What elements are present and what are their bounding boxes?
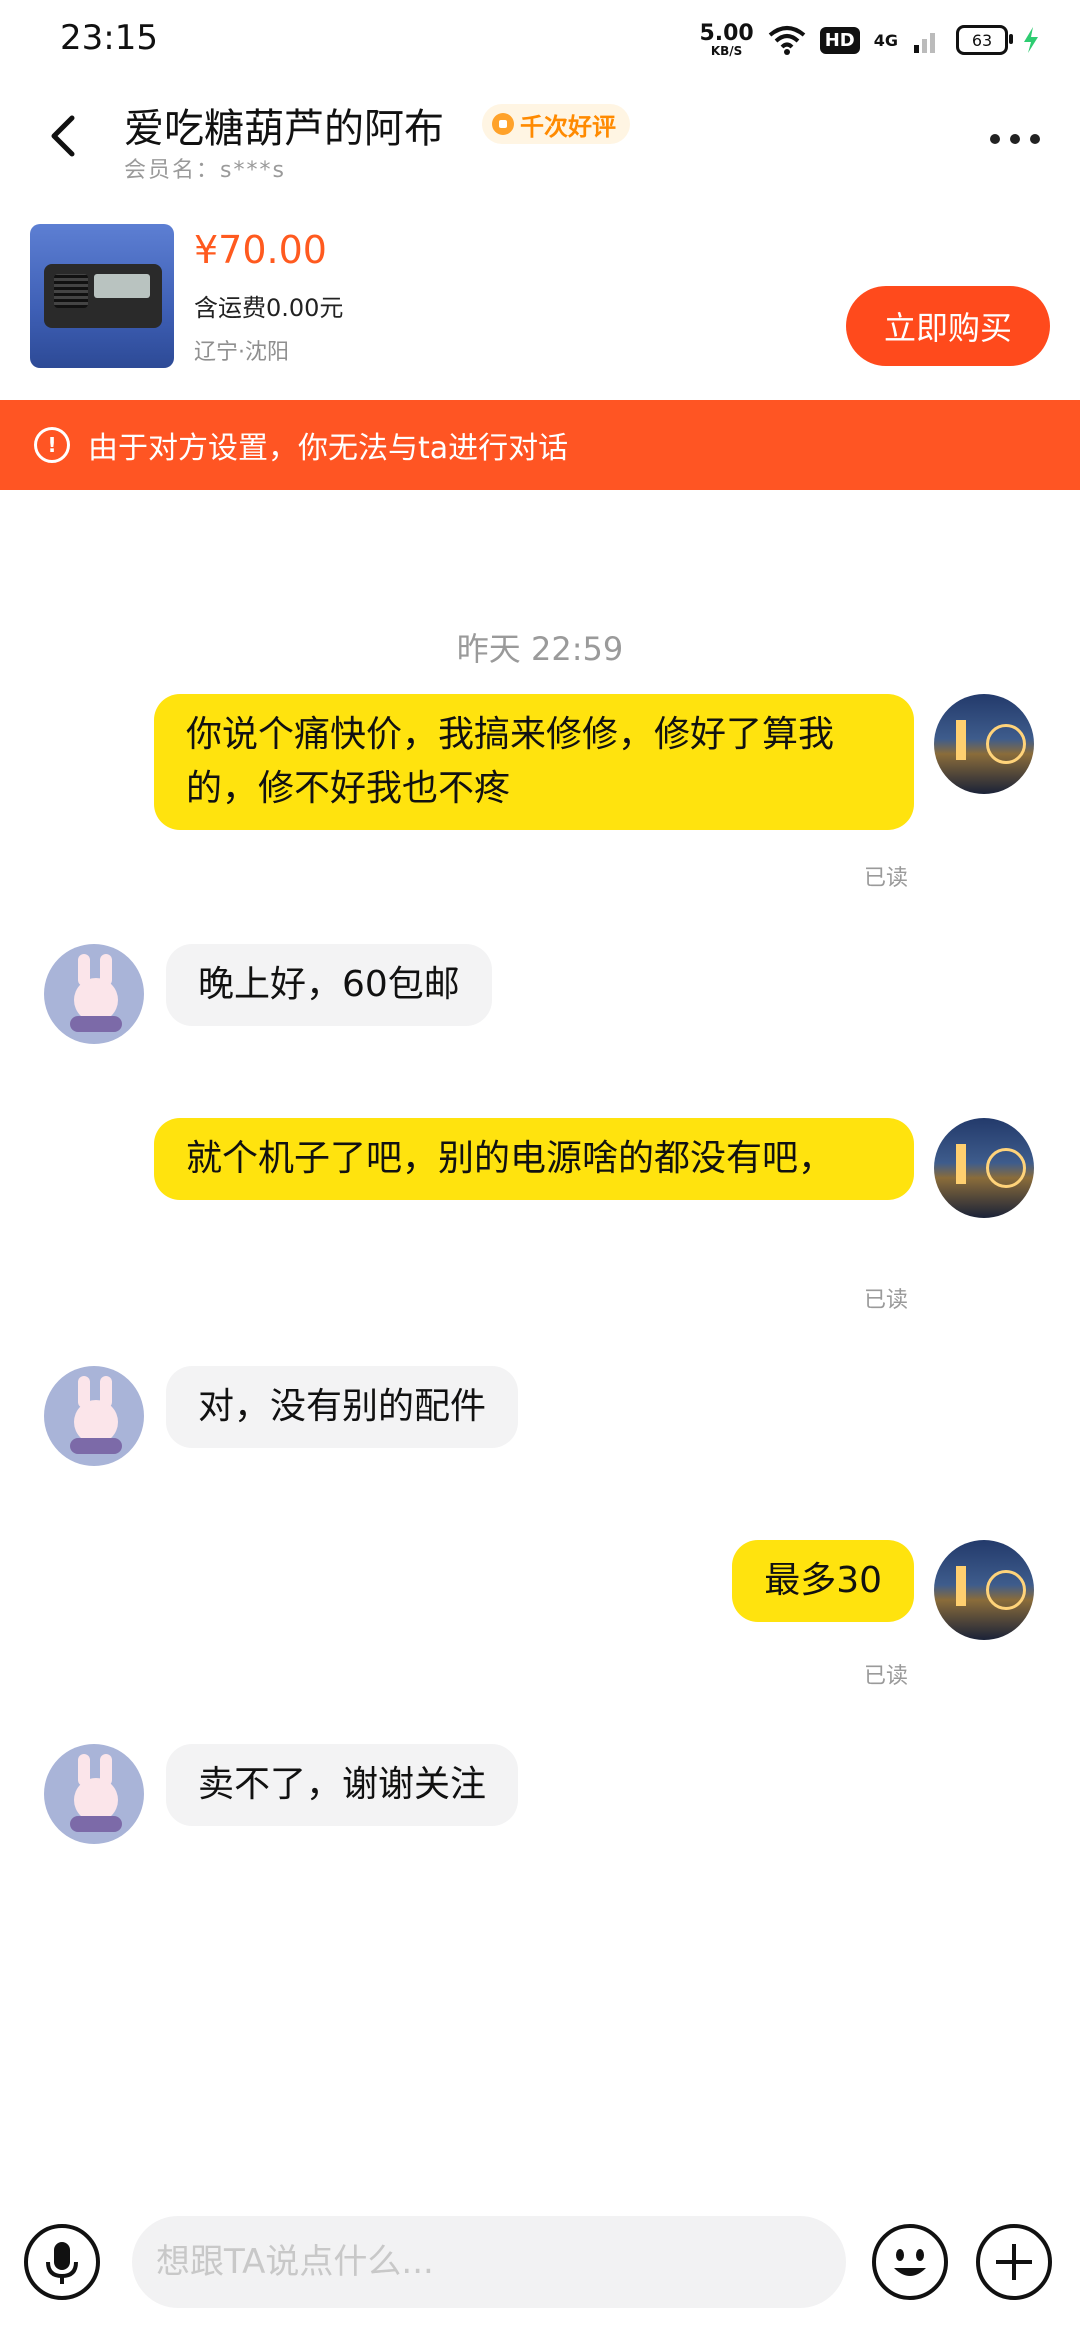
network-speed: 5.00 KB/S: [699, 21, 754, 58]
badge-label: 千次好评: [520, 112, 616, 141]
status-icons: 5.00 KB/S HD 4G 63: [699, 18, 1040, 62]
seller-avatar[interactable]: [44, 944, 144, 1044]
shipping-info: 含运费0.00元: [194, 294, 344, 322]
seller-avatar[interactable]: [44, 1366, 144, 1466]
smile-icon[interactable]: [870, 2222, 950, 2302]
chat-title: 爱吃糖葫芦的阿布: [124, 106, 444, 152]
product-price: ¥70.00: [194, 228, 327, 272]
badge-icon: [492, 113, 514, 135]
message-bubble-me[interactable]: 最多30: [732, 1540, 914, 1622]
member-name: 会员名：s***s: [124, 158, 286, 183]
message-bubble-me[interactable]: 就个机子了吧，别的电源啥的都没有吧，: [154, 1118, 914, 1200]
my-avatar[interactable]: [934, 1540, 1034, 1640]
product-thumbnail[interactable]: [30, 224, 174, 368]
my-avatar[interactable]: [934, 694, 1034, 794]
microphone-icon[interactable]: [22, 2222, 102, 2302]
chat-timestamp: 昨天 22:59: [456, 630, 624, 668]
network-type: 4G: [873, 30, 898, 50]
battery-level: 63: [971, 30, 993, 50]
alert-circle-icon: !: [34, 427, 70, 463]
more-dots-icon[interactable]: [990, 134, 1040, 144]
banner-text: 由于对方设置，你无法与ta进行对话: [88, 431, 569, 466]
read-receipt: 已读: [864, 1288, 909, 1313]
buy-now-button[interactable]: 立即购买: [846, 286, 1050, 366]
charging-icon: [1024, 27, 1038, 53]
message-bubble-them[interactable]: 晚上好，60包邮: [166, 944, 492, 1026]
message-bubble-them[interactable]: 卖不了，谢谢关注: [166, 1744, 519, 1826]
seller-location: 辽宁·沈阳: [194, 340, 289, 365]
network-speed-unit: KB/S: [710, 44, 743, 58]
my-avatar[interactable]: [934, 1118, 1034, 1218]
message-input[interactable]: [132, 2216, 846, 2308]
message-bubble-me[interactable]: 你说个痛快价，我搞来修修，修好了算我的，修不好我也不疼: [154, 694, 914, 830]
network-speed-value: 5.00: [699, 21, 754, 46]
wifi-icon: [768, 26, 805, 55]
read-receipt: 已读: [864, 866, 909, 891]
read-receipt: 已读: [864, 1664, 909, 1689]
signal-icon: [914, 33, 935, 53]
message-bubble-them[interactable]: 对，没有别的配件: [166, 1366, 519, 1448]
seller-avatar[interactable]: [44, 1744, 144, 1844]
plus-circle-icon[interactable]: [974, 2222, 1054, 2302]
blocked-banner: ! 由于对方设置，你无法与ta进行对话: [0, 400, 1080, 490]
hd-icon: HD: [819, 26, 860, 54]
battery-icon: 63: [956, 25, 1013, 55]
rating-badge: 千次好评: [482, 104, 630, 144]
status-time: 23:15: [60, 18, 158, 58]
back-button[interactable]: [38, 110, 90, 162]
